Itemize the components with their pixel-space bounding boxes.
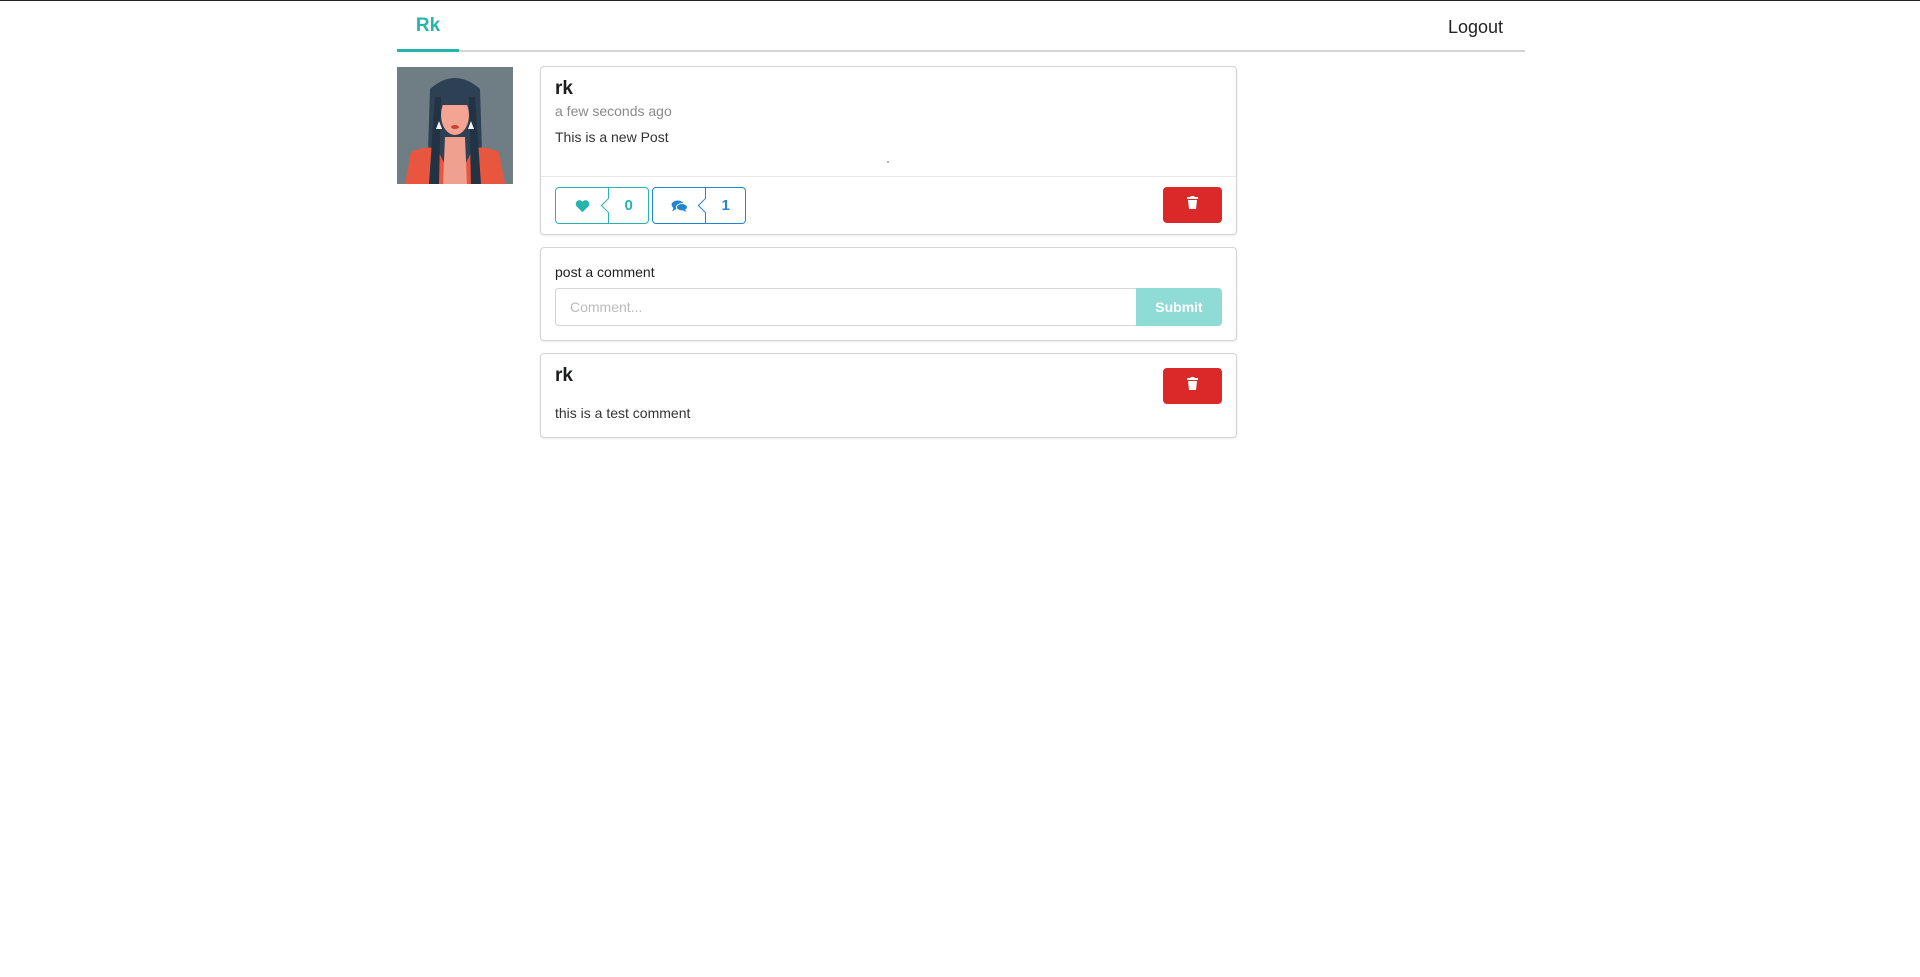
trash-icon xyxy=(1187,196,1198,214)
submit-button[interactable]: Submit xyxy=(1136,288,1222,326)
post-timestamp[interactable]: a few seconds ago xyxy=(555,103,672,119)
comment-count: 1 xyxy=(705,188,745,223)
post-author[interactable]: rk xyxy=(555,78,573,100)
card-divider xyxy=(541,176,1236,177)
dot-divider xyxy=(887,161,889,163)
post-card: rk a few seconds ago This is a new Post … xyxy=(540,66,1237,235)
comment-card: rk this is a test comment xyxy=(540,353,1237,438)
comment-author: rk xyxy=(555,365,573,386)
page-container: Rk Logout rk a few seconds ago This is a… xyxy=(397,1,1525,438)
avatar xyxy=(397,67,513,184)
comment-form-label: post a comment xyxy=(555,264,655,280)
top-menu: Rk Logout xyxy=(397,1,1525,52)
menu-item-home[interactable]: Rk xyxy=(397,1,459,52)
delete-comment-button[interactable] xyxy=(1163,368,1222,404)
like-button[interactable]: 0 xyxy=(555,187,649,224)
avatar-illustration xyxy=(397,67,513,184)
like-count: 0 xyxy=(608,188,648,223)
delete-post-button[interactable] xyxy=(1163,187,1222,223)
comment-body: this is a test comment xyxy=(555,405,691,421)
comment-button[interactable]: 1 xyxy=(652,187,746,224)
post-body: This is a new Post xyxy=(555,129,669,145)
logout-link[interactable]: Logout xyxy=(1448,1,1503,52)
comment-form-card: post a comment Submit xyxy=(540,247,1237,341)
comment-input[interactable] xyxy=(555,288,1136,326)
trash-icon xyxy=(1187,377,1198,395)
